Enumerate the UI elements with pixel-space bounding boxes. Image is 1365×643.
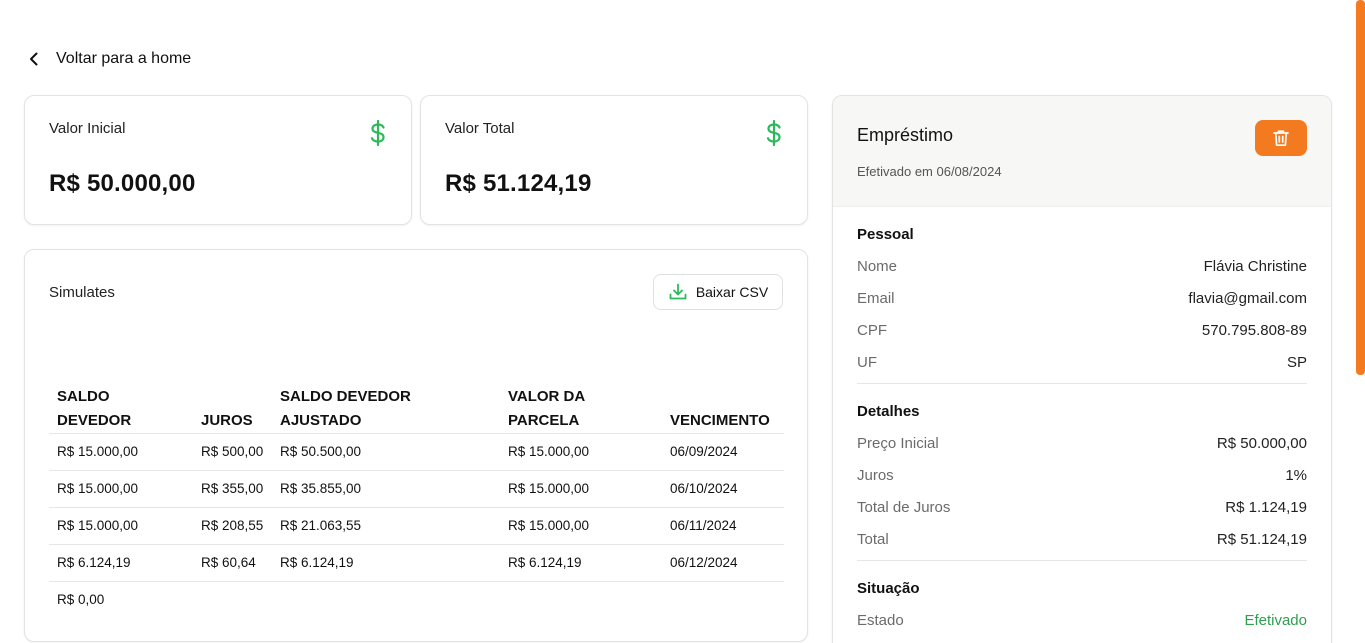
table-cell: R$ 50.500,00 [272, 433, 500, 471]
trash-icon [1273, 130, 1289, 147]
table-cell: R$ 15.000,00 [500, 470, 662, 508]
status-value: Efetivado [1244, 612, 1307, 629]
table-row: R$ 15.000,00 R$ 500,00 R$ 50.500,00 R$ 1… [49, 433, 784, 471]
detail-row-cpf: CPF 570.795.808-89 [857, 315, 1307, 347]
table-cell: R$ 355,00 [193, 470, 272, 508]
column-header-juros: JUROS [193, 382, 272, 434]
column-header-valor-da-parcela: VALOR DA PARCELA [500, 382, 662, 434]
valor-total-card: Valor Total R$ 51.124,19 [420, 95, 808, 225]
detail-key: Email [857, 290, 895, 307]
table-cell: R$ 6.124,19 [500, 544, 662, 582]
detail-value: flavia@gmail.com [1188, 290, 1307, 307]
table-cell [193, 581, 272, 618]
table-cell: 06/12/2024 [662, 544, 784, 582]
detail-key: Total [857, 531, 889, 548]
page-scrollbar[interactable] [1356, 0, 1365, 375]
valor-total-value: R$ 51.124,19 [445, 170, 592, 197]
detail-key: Total de Juros [857, 499, 951, 516]
loan-title: Empréstimo [857, 125, 954, 145]
table-row: R$ 6.124,19 R$ 60,64 R$ 6.124,19 R$ 6.12… [49, 544, 784, 582]
simulates-table: SALDO DEVEDOR JUROS SALDO DEVEDOR AJUSTA… [49, 382, 784, 618]
column-header-vencimento: VENCIMENTO [662, 382, 784, 434]
table-cell [500, 581, 662, 618]
loan-details-card: Empréstimo Efetivado em 06/08/2024 Pesso… [832, 95, 1332, 643]
valor-total-label: Valor Total [445, 120, 515, 137]
table-cell: R$ 6.124,19 [49, 544, 193, 582]
download-csv-label: Baixar CSV [695, 284, 769, 300]
table-cell: R$ 15.000,00 [49, 507, 193, 545]
table-row: R$ 15.000,00 R$ 208,55 R$ 21.063,55 R$ 1… [49, 507, 784, 545]
back-to-home-link[interactable]: Voltar para a home [26, 46, 191, 72]
table-cell: 06/09/2024 [662, 433, 784, 471]
chevron-left-icon [30, 52, 38, 66]
detail-row-nome: Nome Flávia Christine [857, 251, 1307, 283]
detail-value: SP [1286, 354, 1307, 371]
table-row: R$ 0,00 [49, 581, 784, 618]
valor-inicial-card: Valor Inicial R$ 50.000,00 [24, 95, 412, 225]
detail-value: Flávia Christine [1203, 258, 1307, 275]
detail-row-uf: UF SP [857, 347, 1307, 379]
detail-row-preco-inicial: Preço Inicial R$ 50.000,00 [857, 428, 1307, 460]
detail-value: R$ 51.124,19 [1216, 531, 1307, 548]
detail-row-email: Email flavia@gmail.com [857, 283, 1307, 315]
delete-loan-button[interactable] [1255, 120, 1307, 156]
detail-value: 570.795.808-89 [1201, 322, 1307, 339]
detail-row-total-de-juros: Total de Juros R$ 1.124,19 [857, 492, 1307, 524]
table-cell: R$ 208,55 [193, 507, 272, 545]
section-title-detalhes: Detalhes [857, 403, 920, 420]
detail-value: R$ 1.124,19 [1225, 499, 1307, 516]
table-cell: 06/11/2024 [662, 507, 784, 545]
table-cell: R$ 6.124,19 [272, 544, 500, 582]
detail-value: 1% [1285, 467, 1307, 484]
simulates-title: Simulates [49, 284, 115, 301]
detail-key: Nome [857, 258, 898, 275]
detail-key: Estado [857, 612, 904, 629]
valor-inicial-label: Valor Inicial [49, 120, 126, 137]
section-title-pessoal: Pessoal [857, 226, 914, 243]
column-header-saldo-devedor-ajustado: SALDO DEVEDOR AJUSTADO [272, 382, 500, 434]
dollar-icon [370, 120, 385, 146]
table-cell: R$ 15.000,00 [500, 433, 662, 471]
table-header-row: SALDO DEVEDOR JUROS SALDO DEVEDOR AJUSTA… [49, 382, 784, 434]
table-cell: R$ 0,00 [57, 592, 105, 608]
dollar-icon [766, 120, 781, 146]
table-cell: R$ 21.063,55 [272, 507, 500, 545]
back-link-label: Voltar para a home [56, 50, 192, 67]
download-icon [669, 283, 687, 300]
table-cell: R$ 15.000,00 [49, 433, 193, 471]
table-cell: R$ 15.000,00 [500, 507, 662, 545]
column-header-saldo-devedor: SALDO DEVEDOR [49, 382, 193, 434]
download-csv-button[interactable]: Baixar CSV [653, 274, 783, 310]
loan-body: Pessoal Nome Flávia Christine Email flav… [857, 207, 1307, 637]
loan-effective-date: Efetivado em 06/08/2024 [857, 164, 1002, 179]
detail-key: CPF [857, 322, 887, 339]
detail-key: UF [857, 354, 877, 371]
table-cell: R$ 60,64 [193, 544, 272, 582]
table-cell: R$ 15.000,00 [49, 470, 193, 508]
detail-row-estado: Estado Efetivado [857, 605, 1307, 637]
detail-key: Preço Inicial [857, 435, 939, 452]
detail-row-total: Total R$ 51.124,19 [857, 524, 1307, 556]
section-title-situacao: Situação [857, 580, 920, 597]
table-cell: R$ 35.855,00 [272, 470, 500, 508]
table-cell: 06/10/2024 [662, 470, 784, 508]
table-cell [662, 581, 784, 618]
section-divider [857, 560, 1307, 561]
detail-value: R$ 50.000,00 [1216, 435, 1307, 452]
table-row: R$ 15.000,00 R$ 355,00 R$ 35.855,00 R$ 1… [49, 470, 784, 508]
section-divider [857, 383, 1307, 384]
table-cell [272, 581, 500, 618]
table-cell: R$ 500,00 [193, 433, 272, 471]
detail-key: Juros [857, 467, 894, 484]
valor-inicial-value: R$ 50.000,00 [49, 170, 196, 197]
loan-header: Empréstimo Efetivado em 06/08/2024 [833, 96, 1331, 207]
detail-row-juros: Juros 1% [857, 460, 1307, 492]
simulates-card: Simulates Baixar CSV SALDO DEVEDOR JUROS… [24, 249, 808, 642]
